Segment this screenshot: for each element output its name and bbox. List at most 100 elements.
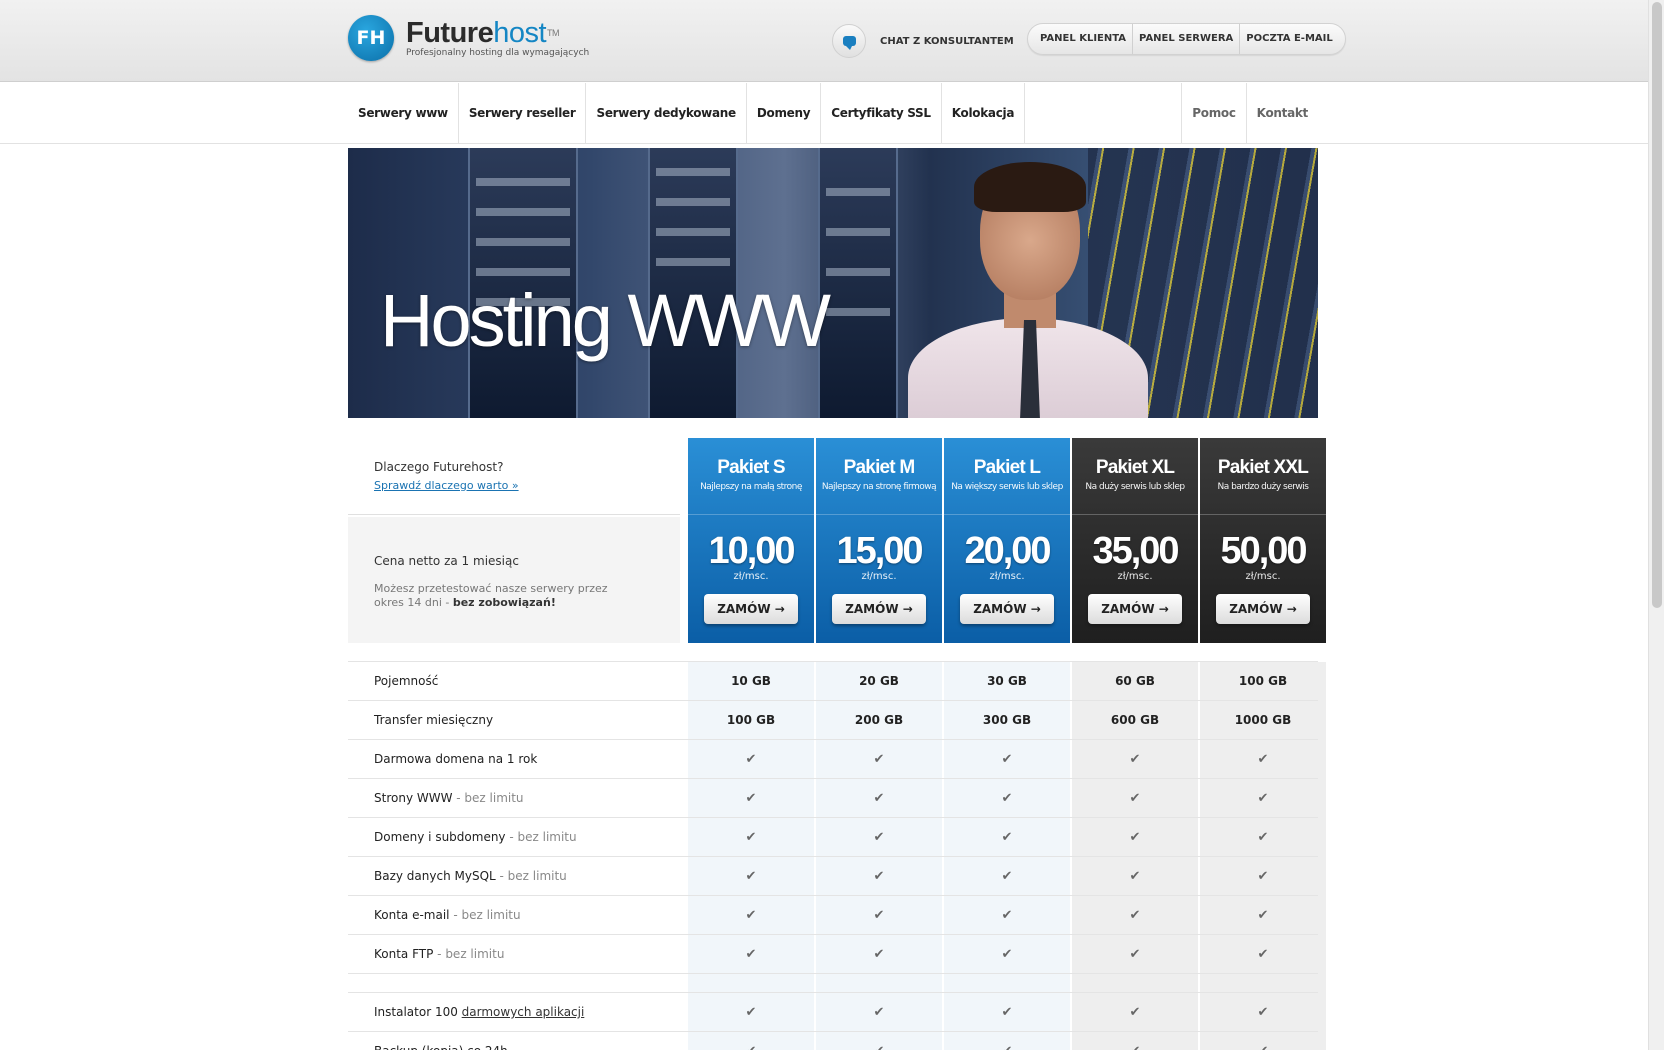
feature-label: Konta FTP - bez limitu bbox=[374, 947, 505, 961]
panel-link[interactable]: POCZTA E-MAIL bbox=[1240, 24, 1338, 54]
check-icon: ✔ bbox=[944, 740, 1070, 779]
package-name: Pakiet XXL bbox=[1217, 457, 1309, 478]
feature-row: Domeny i subdomeny - bez limitu ✔ ✔ ✔ ✔ ✔ bbox=[348, 817, 1326, 857]
check-icon: ✔ bbox=[1072, 740, 1198, 779]
check-icon: ✔ bbox=[944, 935, 1070, 974]
feature-row: Darmowa domena na 1 rok ✔ ✔ ✔ ✔ ✔ bbox=[348, 739, 1326, 779]
feature-value: 200 GB bbox=[816, 701, 942, 740]
nav-item[interactable]: Pomoc bbox=[1182, 83, 1247, 144]
nav-item[interactable]: Certyfikaty SSL bbox=[821, 83, 942, 144]
check-icon: ✔ bbox=[1072, 1032, 1198, 1050]
check-icon: ✔ bbox=[1200, 818, 1326, 857]
why-link[interactable]: Sprawdź dlaczego warto » bbox=[374, 479, 519, 492]
check-icon: ✔ bbox=[816, 935, 942, 974]
chat-label[interactable]: CHAT Z KONSULTANTEM bbox=[880, 36, 1014, 47]
feature-value: 60 GB bbox=[1072, 662, 1198, 701]
feature-row: Bazy danych MySQL - bez limitu ✔ ✔ ✔ ✔ ✔ bbox=[348, 856, 1326, 896]
check-icon: ✔ bbox=[1072, 857, 1198, 896]
package-price: 15,00 bbox=[836, 530, 923, 572]
feature-label: Domeny i subdomeny - bez limitu bbox=[374, 830, 577, 844]
check-icon: ✔ bbox=[1072, 896, 1198, 935]
chat-bubble-icon[interactable] bbox=[832, 24, 866, 58]
check-icon: ✔ bbox=[1200, 896, 1326, 935]
order-button[interactable]: ZAMÓW → bbox=[1216, 594, 1310, 624]
package-unit: zł/msc. bbox=[861, 571, 897, 582]
check-icon: ✔ bbox=[944, 993, 1070, 1032]
check-icon: ✔ bbox=[944, 857, 1070, 896]
check-icon: ✔ bbox=[688, 1032, 814, 1050]
site-header: FH FuturehostTM Profesjonalny hosting dl… bbox=[0, 0, 1664, 82]
order-button[interactable]: ZAMÓW → bbox=[832, 594, 926, 624]
package-column: Pakiet S Najlepszy na małą stronę 10,00 zł/… bbox=[688, 438, 814, 643]
logo[interactable]: FH FuturehostTM Profesjonalny hosting dl… bbox=[348, 15, 589, 61]
nav-item[interactable]: Serwery dedykowane bbox=[586, 83, 747, 144]
check-icon: ✔ bbox=[1200, 993, 1326, 1032]
panel-links: PANEL KLIENTA PANEL SERWERA POCZTA E-MAIL bbox=[1027, 23, 1346, 55]
check-icon: ✔ bbox=[944, 779, 1070, 818]
feature-value: 100 GB bbox=[1200, 662, 1326, 701]
check-icon: ✔ bbox=[816, 993, 942, 1032]
check-icon: ✔ bbox=[944, 1032, 1070, 1050]
logo-badge: FH bbox=[348, 15, 394, 61]
nav-item[interactable]: Serwery www bbox=[348, 83, 459, 144]
nav-right: Pomoc Kontakt bbox=[1181, 83, 1318, 144]
check-icon: ✔ bbox=[1072, 993, 1198, 1032]
vertical-scrollbar[interactable] bbox=[1648, 0, 1664, 1050]
order-button[interactable]: ZAMÓW → bbox=[704, 594, 798, 624]
check-icon: ✔ bbox=[688, 935, 814, 974]
check-icon: ✔ bbox=[688, 993, 814, 1032]
check-icon: ✔ bbox=[688, 857, 814, 896]
feature-row: Strony WWW - bez limitu ✔ ✔ ✔ ✔ ✔ bbox=[348, 778, 1326, 818]
check-icon: ✔ bbox=[816, 740, 942, 779]
package-subtitle: Na duży serwis lub sklep bbox=[1085, 482, 1185, 492]
scrollbar-thumb[interactable] bbox=[1652, 2, 1662, 608]
feature-row: Transfer miesięczny 100 GB 200 GB 300 GB 600… bbox=[348, 700, 1326, 740]
check-icon: ✔ bbox=[688, 779, 814, 818]
check-icon: ✔ bbox=[688, 896, 814, 935]
package-column: Pakiet L Na większy serwis lub sklep 20,00… bbox=[944, 438, 1070, 643]
feature-value: 20 GB bbox=[816, 662, 942, 701]
feature-value: 10 GB bbox=[688, 662, 814, 701]
panel-link[interactable]: PANEL KLIENTA bbox=[1034, 24, 1134, 54]
feature-label: Strony WWW - bez limitu bbox=[374, 791, 524, 805]
nav-item[interactable]: Kolokacja bbox=[942, 83, 1026, 144]
check-icon: ✔ bbox=[944, 896, 1070, 935]
check-icon: ✔ bbox=[816, 818, 942, 857]
feature-label: Bazy danych MySQL - bez limitu bbox=[374, 869, 567, 883]
check-icon: ✔ bbox=[816, 779, 942, 818]
order-button[interactable]: ZAMÓW → bbox=[1088, 594, 1182, 624]
hero-banner: Hosting WWW bbox=[348, 148, 1318, 418]
package-price: 20,00 bbox=[964, 530, 1051, 572]
feature-label: Transfer miesięczny bbox=[374, 713, 494, 727]
nav-item[interactable]: Domeny bbox=[747, 83, 822, 144]
package-name: Pakiet S bbox=[717, 457, 785, 478]
check-icon: ✔ bbox=[816, 857, 942, 896]
package-unit: zł/msc. bbox=[1117, 571, 1153, 582]
nav-item[interactable]: Kontakt bbox=[1247, 83, 1318, 144]
panel-link[interactable]: PANEL SERWERA bbox=[1133, 24, 1241, 54]
order-button[interactable]: ZAMÓW → bbox=[960, 594, 1054, 624]
package-subtitle: Na bardzo duży serwis bbox=[1217, 482, 1310, 492]
package-price: 10,00 bbox=[708, 530, 795, 572]
package-subtitle: Na większy serwis lub sklep bbox=[951, 482, 1063, 492]
package-name: Pakiet M bbox=[843, 457, 915, 478]
check-icon: ✔ bbox=[688, 740, 814, 779]
package-unit: zł/msc. bbox=[1245, 571, 1281, 582]
chat-link[interactable]: CHAT Z KONSULTANTEM bbox=[832, 24, 1014, 58]
package-unit: zł/msc. bbox=[733, 571, 769, 582]
feature-row: Konta FTP - bez limitu ✔ ✔ ✔ ✔ ✔ bbox=[348, 934, 1326, 974]
check-icon: ✔ bbox=[1200, 779, 1326, 818]
feature-rows: Pojemność 10 GB 20 GB 30 GB 60 GB 100 GB Trans… bbox=[348, 661, 1326, 1050]
check-icon: ✔ bbox=[1072, 935, 1198, 974]
feature-label: Backup (kopia) co 24h bbox=[374, 1044, 508, 1050]
feature-link[interactable]: darmowych aplikacji bbox=[462, 1005, 585, 1019]
package-subtitle: Najlepszy na małą stronę bbox=[700, 482, 802, 492]
person-photo bbox=[908, 162, 1148, 418]
nav-item[interactable]: Serwery reseller bbox=[459, 83, 587, 144]
main-nav: Serwery www Serwery reseller Serwery dedyk… bbox=[0, 83, 1664, 144]
package-column: Pakiet M Najlepszy na stronę firmową 15,00… bbox=[816, 438, 942, 643]
package-name: Pakiet XL bbox=[1095, 457, 1175, 478]
package-subtitle: Najlepszy na stronę firmową bbox=[821, 482, 937, 492]
feature-row: Instalator 100 darmowych aplikacji ✔ ✔ ✔ ✔ ✔ bbox=[348, 992, 1326, 1032]
package-column: Pakiet XL Na duży serwis lub sklep 35,00 zł… bbox=[1072, 438, 1198, 643]
